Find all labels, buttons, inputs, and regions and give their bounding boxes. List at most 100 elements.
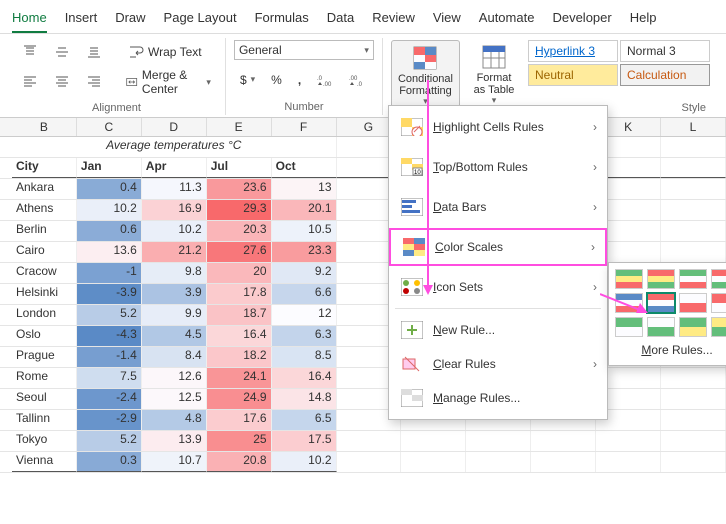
cell[interactable]: 10.7 xyxy=(142,452,207,472)
align-left-icon[interactable] xyxy=(16,70,44,94)
cell[interactable]: 8.5 xyxy=(272,347,337,367)
col-header[interactable]: D xyxy=(142,118,207,136)
cell[interactable]: Tallinn xyxy=(12,410,77,430)
cell[interactable]: 0.3 xyxy=(77,452,142,472)
cell[interactable]: 9.9 xyxy=(142,305,207,325)
cell[interactable]: 10.2 xyxy=(272,452,337,472)
cell[interactable] xyxy=(596,452,661,472)
cell[interactable]: 13 xyxy=(272,179,337,199)
color-scale-option[interactable] xyxy=(615,293,643,313)
color-scale-option[interactable] xyxy=(711,269,726,289)
col-header[interactable]: E xyxy=(207,118,272,136)
cell[interactable]: 16.4 xyxy=(272,368,337,388)
cell[interactable]: Oslo xyxy=(12,326,77,346)
tab-review[interactable]: Review xyxy=(372,6,415,33)
cell[interactable]: 20.8 xyxy=(207,452,272,472)
more-rules-button[interactable]: More Rules... xyxy=(615,337,726,359)
cell[interactable]: 5.2 xyxy=(77,305,142,325)
color-scale-option[interactable] xyxy=(711,293,726,313)
cell[interactable]: Seoul xyxy=(12,389,77,409)
cell[interactable]: 12 xyxy=(272,305,337,325)
cell[interactable]: Athens xyxy=(12,200,77,220)
cell[interactable]: -3.9 xyxy=(77,284,142,304)
style-calculation[interactable]: Calculation xyxy=(620,64,710,86)
cell[interactable] xyxy=(661,242,726,262)
cf-highlight-cells-rules[interactable]: Highlight Cells Rules› xyxy=(389,110,607,144)
cell[interactable]: 6.6 xyxy=(272,284,337,304)
style-neutral[interactable]: Neutral xyxy=(528,64,618,86)
cell[interactable] xyxy=(661,431,726,451)
cell[interactable] xyxy=(661,200,726,220)
new-rule-button[interactable]: New Rule... xyxy=(389,313,607,347)
cell[interactable]: 25 xyxy=(207,431,272,451)
cell[interactable]: Oct xyxy=(272,158,337,178)
cell[interactable]: 10.2 xyxy=(77,200,142,220)
cell[interactable]: 9.8 xyxy=(142,263,207,283)
cell[interactable]: 20.1 xyxy=(272,200,337,220)
cell[interactable]: Ankara xyxy=(12,179,77,199)
cell[interactable]: 7.5 xyxy=(77,368,142,388)
cell[interactable]: 5.2 xyxy=(77,431,142,451)
cf-color-scales[interactable]: Color Scales› xyxy=(389,228,607,266)
cell[interactable] xyxy=(661,410,726,430)
cell[interactable]: 12.6 xyxy=(142,368,207,388)
align-top-icon[interactable] xyxy=(16,40,44,64)
cell[interactable]: Vienna xyxy=(12,452,77,472)
color-scale-option[interactable] xyxy=(647,317,675,337)
cell[interactable] xyxy=(661,452,726,472)
cell[interactable]: 24.1 xyxy=(207,368,272,388)
align-right-icon[interactable] xyxy=(80,70,108,94)
cell[interactable]: 16.9 xyxy=(142,200,207,220)
cell[interactable]: -2.9 xyxy=(77,410,142,430)
cell[interactable]: -1 xyxy=(77,263,142,283)
cell[interactable]: 17.6 xyxy=(207,410,272,430)
cell[interactable]: 27.6 xyxy=(207,242,272,262)
cell[interactable]: 13.9 xyxy=(142,431,207,451)
format-as-table-button[interactable]: Format as Table ▾ xyxy=(464,40,524,110)
cell[interactable]: 4.5 xyxy=(142,326,207,346)
cell[interactable]: Apr xyxy=(142,158,207,178)
percent-button[interactable]: % xyxy=(265,69,288,91)
tab-help[interactable]: Help xyxy=(630,6,657,33)
cell[interactable]: Rome xyxy=(12,368,77,388)
cell[interactable]: 16.4 xyxy=(207,326,272,346)
cf-top-bottom-rules[interactable]: 10Top/Bottom Rules› xyxy=(389,150,607,184)
cell[interactable]: 13.6 xyxy=(77,242,142,262)
number-format-select[interactable]: General▾ xyxy=(234,40,374,60)
color-scale-option[interactable] xyxy=(679,269,707,289)
cell[interactable]: 10.2 xyxy=(142,221,207,241)
cell[interactable] xyxy=(661,179,726,199)
tab-home[interactable]: Home xyxy=(12,6,47,33)
col-header[interactable]: C xyxy=(77,118,142,136)
col-header[interactable]: F xyxy=(272,118,337,136)
tab-automate[interactable]: Automate xyxy=(479,6,535,33)
align-center-icon[interactable] xyxy=(48,70,76,94)
cell[interactable] xyxy=(466,452,531,472)
cell[interactable]: 23.3 xyxy=(272,242,337,262)
tab-view[interactable]: View xyxy=(433,6,461,33)
cell[interactable]: Jan xyxy=(77,158,142,178)
cell[interactable]: 17.5 xyxy=(272,431,337,451)
cell[interactable]: 9.2 xyxy=(272,263,337,283)
style-normal3[interactable]: Normal 3 xyxy=(620,40,710,62)
cell[interactable]: 12.5 xyxy=(142,389,207,409)
cell[interactable] xyxy=(661,389,726,409)
cell[interactable]: 18.7 xyxy=(207,305,272,325)
cell[interactable]: Jul xyxy=(207,158,272,178)
cell[interactable] xyxy=(661,368,726,388)
wrap-text-button[interactable]: Wrap Text xyxy=(122,40,208,64)
clear-rules-button[interactable]: Clear Rules› xyxy=(389,347,607,381)
style-hyperlink3[interactable]: Hyperlink 3 xyxy=(528,40,618,62)
cell[interactable]: 23.6 xyxy=(207,179,272,199)
color-scale-option[interactable] xyxy=(615,317,643,337)
cell[interactable] xyxy=(401,431,466,451)
cell[interactable] xyxy=(596,431,661,451)
cell[interactable] xyxy=(337,431,402,451)
column-headers[interactable]: BCDEFGHIJKL xyxy=(0,118,726,137)
cell[interactable] xyxy=(337,452,402,472)
cell[interactable]: -4.3 xyxy=(77,326,142,346)
cell[interactable] xyxy=(661,137,726,157)
color-scale-option[interactable] xyxy=(679,317,707,337)
cell[interactable] xyxy=(661,158,726,178)
color-scale-option[interactable] xyxy=(679,293,707,313)
